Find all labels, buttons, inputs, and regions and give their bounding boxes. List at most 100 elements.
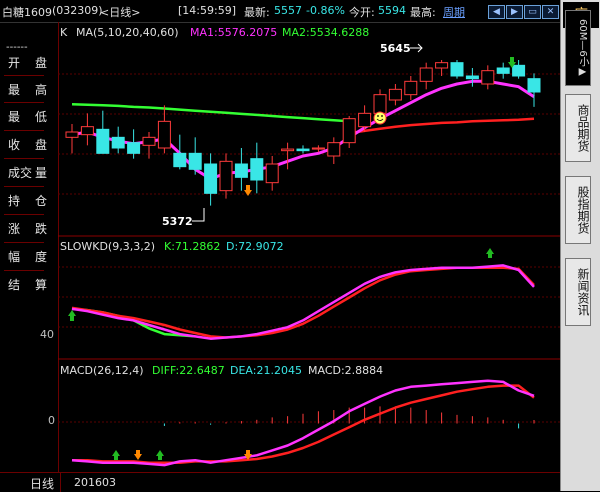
divider [4, 270, 44, 271]
macd-params-label: MACD(26,12,4) [60, 364, 144, 377]
candle-body [157, 120, 171, 149]
restore-icon: ▭ [528, 7, 537, 17]
candle-body [65, 131, 79, 138]
right-tab-bar: 序 60M—6小▶ 商品期货 股指期货 新闻资讯 [560, 0, 600, 491]
ma-params-label: MA(5,10,20,40,60) [76, 26, 179, 39]
candle-body [111, 136, 125, 149]
down-arrow-signal-icon [486, 248, 494, 258]
candle-body [219, 160, 233, 192]
moving-average-lines [71, 79, 535, 181]
candle-body [142, 136, 156, 146]
candle-body [373, 94, 387, 114]
divider [4, 214, 44, 215]
close-icon: ✕ [546, 7, 555, 17]
latest-value: 5557 [274, 4, 302, 17]
kd-panel-header: SLOWKD(9,3,3,2) K:71.2862 D:72.9072 [60, 240, 284, 253]
change-percent: -0.86% [306, 4, 345, 17]
candle-body [512, 64, 526, 77]
kd-k-value: K:71.2862 [164, 240, 220, 253]
tab-news[interactable]: 新闻资讯 [565, 258, 591, 326]
restore-button[interactable]: ▭ [524, 5, 541, 19]
kd-params-label: SLOWKD(9,3,3,2) [60, 240, 155, 253]
ma1-line [71, 79, 535, 181]
candle-body [435, 62, 449, 69]
separator-dashes: ------ [6, 42, 28, 53]
kd-d-value: D:72.9072 [226, 240, 284, 253]
symbol-name: 白糖1609 [2, 6, 52, 19]
candle-body [404, 80, 418, 96]
tab-index-futures[interactable]: 股指期货 [565, 176, 591, 244]
candle-body [465, 75, 479, 80]
divider [4, 242, 44, 243]
candle-body [234, 163, 248, 178]
kd-k-line [71, 264, 535, 340]
quote-info-panel: ------ 开盘 最高 最低 收盘 成交量 持仓 涨跌 幅度 结算 40 0 [0, 22, 59, 472]
close-button[interactable]: ✕ [542, 5, 559, 19]
ma3-line [71, 103, 350, 123]
time-stamp: [14:59:59] [178, 4, 236, 17]
candle-body [481, 70, 495, 85]
high-label: 最高: [410, 6, 436, 19]
macd-dea-line [72, 384, 535, 464]
candle-body [173, 152, 187, 168]
down-arrow-signal-icon [156, 450, 164, 460]
open-label: 今开: [349, 6, 375, 19]
next-button[interactable]: ▶ [506, 5, 523, 19]
status-bar: 日线 201603 [0, 472, 560, 492]
high-annotation: 5645 [380, 42, 423, 55]
latest-label: 最新: [244, 6, 270, 19]
row-change-percent: 幅度 [8, 250, 48, 264]
candle-body [327, 142, 341, 157]
tab-60-minute[interactable]: 60M—6小▶ [565, 10, 591, 86]
arrow-right-icon: ▶ [511, 7, 518, 17]
candle-body [496, 67, 510, 74]
main-panel-header: K MA(5,10,20,40,60) MA1:5576.2075 MA2:55… [60, 26, 369, 39]
date-label: 201603 [74, 476, 116, 489]
ma1-value: MA1:5576.2075 [190, 26, 277, 39]
row-settlement: 结算 [8, 278, 48, 292]
kline-chart[interactable]: 5645 5372 K MA(5,10,20,40,60) MA1:5576.2… [58, 22, 560, 472]
low-annotation: 5372 [162, 208, 205, 228]
candle-body [296, 148, 310, 152]
prev-button[interactable]: ◀ [488, 5, 505, 19]
candle-body [281, 148, 295, 152]
divider [4, 130, 44, 131]
row-open-interest: 持仓 [8, 194, 48, 208]
smiley-signal-icon [373, 111, 387, 125]
pointer-line-icon [192, 208, 205, 222]
candle-body [265, 163, 279, 184]
cycle-button[interactable]: 周期 [443, 4, 465, 20]
down-arrow-signal-icon [112, 450, 120, 460]
arrow-right-icon [410, 43, 423, 53]
candle-body [527, 78, 541, 93]
divider [4, 102, 44, 103]
row-change: 涨跌 [8, 222, 48, 236]
macd-histogram-value: MACD:2.8884 [308, 364, 383, 377]
kd-axis-tick: 40 [40, 328, 54, 341]
candle-body [127, 142, 141, 154]
title-bar: 白糖1609 (032309) <日线> [14:59:59] 最新: 5557… [0, 0, 560, 23]
macd-dea-value: DEA:21.2045 [230, 364, 302, 377]
macd-diff-value: DIFF:22.6487 [152, 364, 225, 377]
candle-body [311, 147, 325, 150]
low-annotation-label: 5372 [162, 215, 193, 228]
up-arrow-signal-icon [134, 450, 142, 460]
tab-commodity-futures[interactable]: 商品期货 [565, 94, 591, 162]
period-label: <日线> [100, 6, 141, 19]
row-volume: 成交量 [8, 166, 48, 180]
candle-body [96, 128, 110, 154]
candle-body [419, 67, 433, 82]
macd-axis-tick: 0 [48, 414, 55, 427]
candle-body [388, 88, 402, 101]
candle-body [80, 126, 94, 136]
candle-body [342, 118, 356, 144]
row-close: 收盘 [8, 138, 48, 152]
candle-body [204, 163, 218, 194]
macd-series [71, 379, 535, 467]
candle-body [188, 152, 202, 170]
high-annotation-label: 5645 [380, 42, 411, 55]
symbol-code: (032309) [52, 4, 103, 17]
row-high: 最高 [8, 83, 48, 97]
down-arrow-signal-icon [68, 310, 76, 321]
row-open: 开盘 [8, 56, 48, 70]
